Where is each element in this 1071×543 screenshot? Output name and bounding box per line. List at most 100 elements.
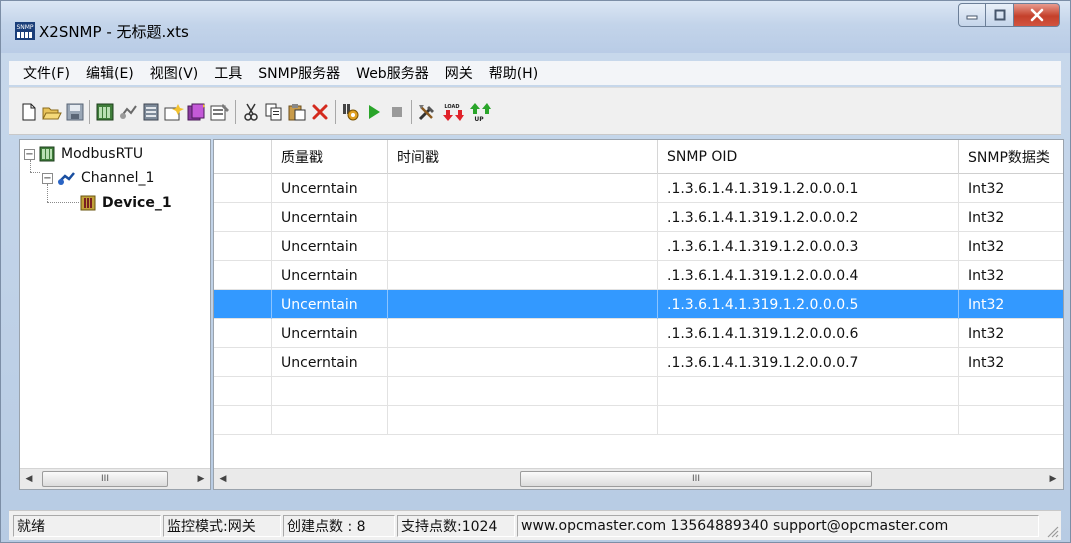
delete-icon[interactable] [310,102,330,122]
table-row[interactable]: Uncerntain .1.3.6.1.4.1.319.1.2.0.0.0.1 … [214,174,1063,203]
type-cell: Int32 [959,232,1063,261]
menu-help[interactable]: 帮助(H) [489,63,538,83]
minimize-button[interactable] [958,3,986,27]
scroll-left-icon[interactable]: ◀ [20,469,38,489]
timestamp-cell [388,203,658,232]
minimize-icon [966,15,978,20]
menu-file[interactable]: 文件(F) [23,63,70,83]
run-icon[interactable] [364,102,384,122]
empty-row [214,377,1063,406]
row-index-cell [214,290,272,319]
table-row[interactable]: Uncerntain .1.3.6.1.4.1.319.1.2.0.0.0.5 … [214,290,1063,319]
channel-icon [58,172,75,185]
new-file-icon[interactable] [19,102,39,122]
bulk-tag-icon[interactable] [187,102,207,122]
column-header-quality[interactable]: 质量戳 [272,140,388,174]
type-cell: Int32 [959,203,1063,232]
tree-horizontal-scrollbar[interactable]: ◀ III ▶ [20,468,210,489]
quality-cell: Uncerntain [272,174,388,203]
empty-cell [272,377,388,406]
quality-cell: Uncerntain [272,203,388,232]
collapse-toggle[interactable]: − [42,172,53,184]
scroll-thumb[interactable]: III [520,471,872,487]
oid-cell: .1.3.6.1.4.1.319.1.2.0.0.0.7 [658,348,959,377]
maximize-button[interactable] [986,3,1014,27]
quality-cell: Uncerntain [272,319,388,348]
type-cell: Int32 [959,348,1063,377]
project-tree[interactable]: − ModbusRTU − Channel_1 Device_1 ◀ III ▶ [19,139,211,490]
type-cell: Int32 [959,174,1063,203]
menu-view[interactable]: 视图(V) [150,63,199,83]
cut-icon[interactable] [241,102,261,122]
scroll-thumb[interactable]: III [42,471,168,487]
scroll-left-icon[interactable]: ◀ [214,469,232,489]
quality-cell: Uncerntain [272,261,388,290]
oid-cell: .1.3.6.1.4.1.319.1.2.0.0.0.5 [658,290,959,319]
quality-cell: Uncerntain [272,290,388,319]
empty-cell [214,406,272,435]
add-tag-icon[interactable] [164,102,184,122]
collapse-toggle[interactable]: − [24,148,35,160]
quick-client-icon[interactable] [341,102,361,122]
oid-cell: .1.3.6.1.4.1.319.1.2.0.0.0.1 [658,174,959,203]
tree-node-channel[interactable]: − Channel_1 [42,166,154,190]
tag-grid[interactable]: 质量戳 时间戳 SNMP OID SNMP数据类 Uncerntain .1.3… [213,139,1064,490]
resize-grip-icon[interactable] [1045,524,1059,538]
stop-icon[interactable] [387,102,407,122]
title-bar[interactable]: SNMP X2SNMP - 无标题.xts [1,1,1070,53]
timestamp-cell [388,319,658,348]
menu-tools[interactable]: 工具 [214,63,242,83]
properties-icon[interactable] [210,102,230,122]
paste-icon[interactable] [287,102,307,122]
empty-cell [272,406,388,435]
status-bar: 就绪 监控模式:网关 创建点数 : 8 支持点数:1024 www.opcmas… [9,510,1061,540]
copy-icon[interactable] [264,102,284,122]
open-folder-icon[interactable] [42,102,62,122]
new-tag-group-icon[interactable] [141,102,161,122]
load-icon[interactable]: LOAD [440,102,464,122]
timestamp-cell [388,290,658,319]
tree-node-modbusrtu[interactable]: − ModbusRTU [24,142,143,166]
load-up-icon-label: UP [474,116,484,122]
tree-node-device[interactable]: Device_1 [80,191,172,215]
load-icon-label: LOAD [444,104,459,110]
table-row[interactable]: Uncerntain .1.3.6.1.4.1.319.1.2.0.0.0.4 … [214,261,1063,290]
table-row[interactable]: Uncerntain .1.3.6.1.4.1.319.1.2.0.0.0.3 … [214,232,1063,261]
timestamp-cell [388,174,658,203]
app-icon: SNMP [15,22,35,40]
menu-web-server[interactable]: Web服务器 [356,63,429,83]
timestamp-cell [388,261,658,290]
table-row[interactable]: Uncerntain .1.3.6.1.4.1.319.1.2.0.0.0.2 … [214,203,1063,232]
maximize-icon [994,9,1005,21]
menu-edit[interactable]: 编辑(E) [86,63,134,83]
scroll-thumb-grip: III [101,474,109,484]
table-row[interactable]: Uncerntain .1.3.6.1.4.1.319.1.2.0.0.0.7 … [214,348,1063,377]
scroll-right-icon[interactable]: ▶ [1044,469,1062,489]
status-supported-points: 支持点数:1024 [397,515,515,537]
column-header-index[interactable] [214,140,272,174]
scroll-thumb-grip: III [692,474,700,484]
column-header-snmp-type[interactable]: SNMP数据类 [959,140,1063,174]
type-cell: Int32 [959,290,1063,319]
table-row[interactable]: Uncerntain .1.3.6.1.4.1.319.1.2.0.0.0.6 … [214,319,1063,348]
menu-gateway[interactable]: 网关 [445,63,473,83]
oid-cell: .1.3.6.1.4.1.319.1.2.0.0.0.4 [658,261,959,290]
empty-cell [658,406,959,435]
new-device-icon[interactable] [118,102,138,122]
row-index-cell [214,203,272,232]
grid-horizontal-scrollbar[interactable]: ◀ III ▶ [214,468,1063,489]
tools-icon[interactable] [417,102,437,122]
oid-cell: .1.3.6.1.4.1.319.1.2.0.0.0.3 [658,232,959,261]
oid-cell: .1.3.6.1.4.1.319.1.2.0.0.0.6 [658,319,959,348]
close-button[interactable] [1014,3,1060,27]
empty-cell [959,406,1063,435]
row-index-cell [214,174,272,203]
load-up-icon[interactable]: UP [467,102,491,122]
new-channel-icon[interactable] [95,102,115,122]
menu-snmp-server[interactable]: SNMP服务器 [258,63,340,83]
channel-group-icon [39,146,55,162]
column-header-snmp-oid[interactable]: SNMP OID [658,140,959,174]
save-icon[interactable] [65,102,85,122]
scroll-right-icon[interactable]: ▶ [192,469,210,489]
column-header-timestamp[interactable]: 时间戳 [388,140,658,174]
